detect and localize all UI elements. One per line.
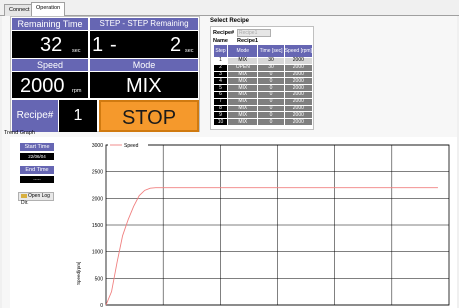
step-from-value: 1	[92, 34, 104, 56]
mode-cell: MIX	[227, 118, 259, 126]
step-remaining-header: STEP - STEP Remaining Time	[90, 18, 198, 40]
step-unit: sec	[185, 48, 194, 54]
mode-cell: MIX	[227, 111, 259, 120]
status-display: Remaining Time STEP - STEP Remaining Tim…	[10, 16, 200, 132]
open-log-dir-button[interactable]: Open Log Dir.	[18, 192, 54, 206]
y-tick-label: 3000	[92, 143, 103, 149]
remaining-time-header: Remaining Time	[12, 18, 88, 30]
col-time: Time [sec]	[257, 44, 285, 58]
stop-button[interactable]: STOP	[99, 100, 199, 132]
table-row[interactable]: 10 MIX 0 2000	[212, 118, 314, 126]
tab-operation[interactable]: Operation	[31, 2, 66, 17]
step-cell: 4	[212, 77, 229, 86]
speed-unit: rpm	[72, 88, 82, 94]
y-tick-label: 2000	[92, 196, 103, 202]
time-cell: 0	[257, 77, 285, 86]
y-tick-label: 0	[100, 303, 103, 308]
step-remaining-display: 1 - 2 sec	[90, 31, 198, 58]
y-tick-label: 2500	[92, 170, 103, 176]
recipe-number-value: 1	[59, 100, 97, 132]
time-cell: 0	[257, 70, 285, 79]
speed-header: Speed	[12, 59, 88, 71]
start-time-label: Start Time	[20, 143, 54, 151]
time-cell: 0	[257, 118, 285, 126]
step-cell: 3	[212, 70, 229, 79]
remaining-time-value: 32	[40, 34, 63, 56]
y-tick-label: 1000	[92, 250, 103, 256]
y-tick-label: 500	[95, 276, 104, 282]
step-cell: 8	[212, 104, 229, 113]
mode-display: MIX	[90, 72, 198, 98]
mode-cell: MIX	[227, 104, 259, 113]
mode-cell: MIX	[227, 77, 259, 86]
remaining-time-unit: sec	[72, 48, 81, 54]
remaining-time-display: 32 sec	[12, 31, 88, 58]
table-row[interactable]: 9 MIX 0 2000	[212, 111, 314, 120]
speed-cell: 2000	[283, 77, 314, 86]
speed-cell: 2000	[283, 111, 314, 120]
time-cell: 0	[257, 111, 285, 120]
col-speed: Speed [rpm]	[283, 44, 314, 58]
step-cell: 9	[212, 111, 229, 120]
folder-icon	[21, 193, 27, 198]
speed-cell: 2000	[283, 70, 314, 79]
y-tick-label: 1500	[92, 223, 103, 229]
col-mode: Mode	[227, 44, 259, 58]
speed-cell: 2000	[283, 118, 314, 126]
step-to-value: 2	[170, 34, 182, 56]
speed-display: 2000 rpm	[12, 72, 88, 98]
step-dash: -	[110, 34, 117, 56]
speed-trend-chart: 0 500 1000 1500 2000 2500 3000 Speed[rpm] Speed	[76, 141, 450, 308]
mode-value: MIX	[126, 75, 162, 97]
end-time-value: -----	[20, 176, 54, 183]
mode-cell: MIX	[227, 70, 259, 79]
legend-label: Speed	[124, 143, 139, 149]
recipe-table: Step Mode Time [sec] Speed [rpm] 1 MIX 30 2…	[212, 44, 314, 126]
table-row[interactable]: 8 MIX 0 2000	[212, 104, 314, 113]
recipe-select-label: Recipe#	[213, 30, 235, 36]
end-time-label: End Time	[20, 166, 54, 174]
speed-value: 2000	[20, 75, 65, 97]
col-step: Step	[212, 44, 229, 58]
start-time-value: 22/06/04 14:54:46	[20, 153, 54, 166]
speed-cell: 2000	[283, 104, 314, 113]
mode-header: Mode	[90, 59, 198, 71]
select-recipe-panel: Recipe# Recipe1 Name Recipe1 Step Mode T…	[210, 26, 314, 130]
select-recipe-title: Select Recipe	[210, 18, 250, 24]
trend-graph-label: Trend Graph	[4, 130, 35, 136]
tab-bar: Connect Operation	[0, 0, 459, 17]
step-cell: 10	[212, 118, 229, 126]
table-row[interactable]: 4 MIX 0 2000	[212, 77, 314, 86]
y-axis-label: Speed[rpm]	[76, 262, 81, 285]
time-cell: 0	[257, 104, 285, 113]
tab-connect[interactable]: Connect	[4, 4, 35, 16]
table-row[interactable]: 3 MIX 0 2000	[212, 70, 314, 79]
recipe-select-input[interactable]: Recipe1	[237, 29, 271, 37]
recipe-number-header: Recipe#	[12, 100, 58, 132]
